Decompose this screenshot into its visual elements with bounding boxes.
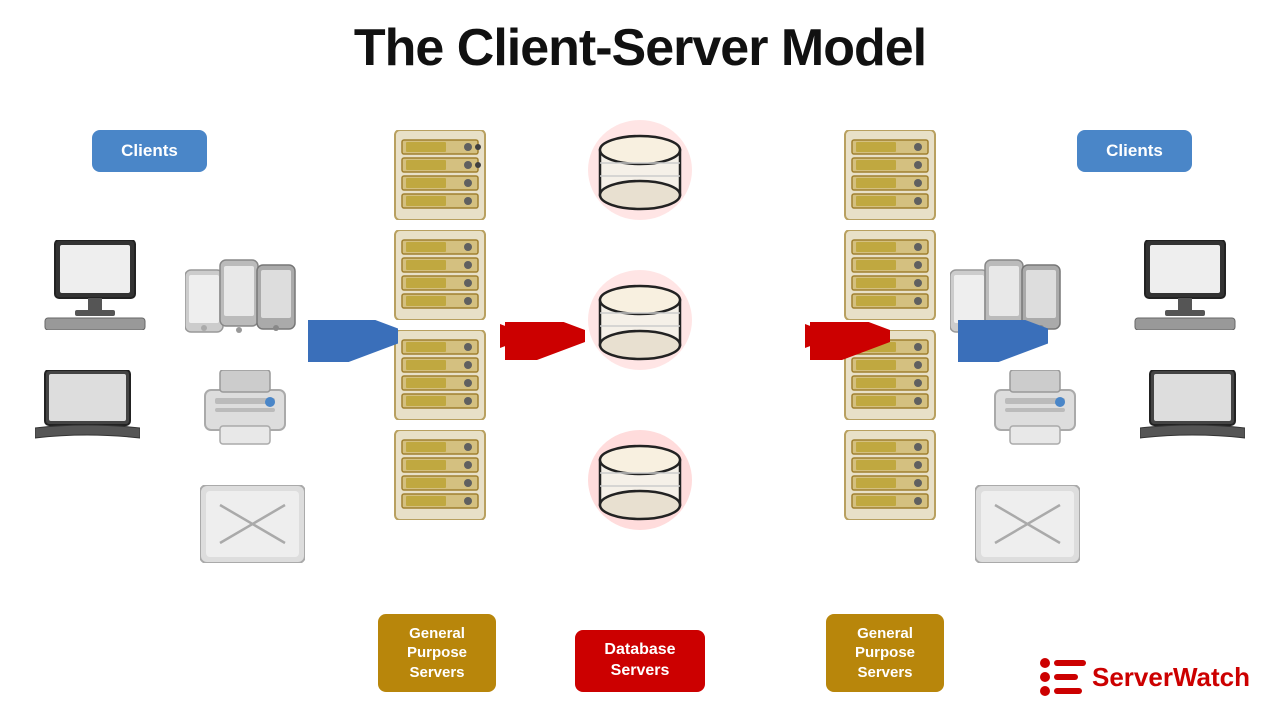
gp-server-left-2 xyxy=(390,230,490,320)
serverwatch-logo: ServerWatch xyxy=(1040,658,1250,696)
red-arrow-right xyxy=(805,322,890,360)
page-title: The Client-Server Model xyxy=(0,0,1280,78)
blue-arrow-left xyxy=(308,320,398,362)
gp-server-right-1 xyxy=(840,130,940,220)
logo-dot-row-3 xyxy=(1040,686,1086,696)
red-arrow-left xyxy=(500,322,585,360)
logo-dot-row-2 xyxy=(1040,672,1086,682)
logo-text-red: Watch xyxy=(1173,662,1250,692)
logo-bar-3 xyxy=(1054,688,1082,694)
gp-server-left-4 xyxy=(390,430,490,520)
logo-dot-row-1 xyxy=(1040,658,1086,668)
logo-bar-1 xyxy=(1054,660,1086,666)
tablet-icon-left xyxy=(200,485,305,563)
laptop-icon-left xyxy=(35,370,140,445)
gp-server-right-2 xyxy=(840,230,940,320)
printer-icon-right xyxy=(990,370,1080,450)
logo-text-black: Server xyxy=(1092,662,1173,692)
tablet-icon-right xyxy=(975,485,1080,563)
diagram-area: Clients Clients xyxy=(0,100,1280,714)
gp-server-right-4 xyxy=(840,430,940,520)
db-icon-2 xyxy=(585,270,695,370)
label-gp-left: General Purpose Servers xyxy=(378,614,496,693)
label-gp-right: General Purpose Servers xyxy=(826,614,944,693)
db-icon-1 xyxy=(585,120,695,220)
logo-dot-1 xyxy=(1040,658,1050,668)
desktop-icon-left xyxy=(40,240,150,330)
logo-dot-3 xyxy=(1040,686,1050,696)
laptop-icon-right xyxy=(1140,370,1245,445)
label-clients-right: Clients xyxy=(1077,130,1192,172)
printer-icon-left xyxy=(200,370,290,450)
logo-dot-2 xyxy=(1040,672,1050,682)
db-icon-3 xyxy=(585,430,695,530)
gp-server-left-1 xyxy=(390,130,490,220)
label-db: Database Servers xyxy=(575,630,705,692)
gp-server-left-3 xyxy=(390,330,490,420)
logo-text: ServerWatch xyxy=(1092,662,1250,693)
blue-arrow-right xyxy=(958,320,1048,362)
logo-bar-2 xyxy=(1054,674,1078,680)
logo-icon xyxy=(1040,658,1086,696)
desktop-icon-right xyxy=(1130,240,1240,330)
label-clients-left: Clients xyxy=(92,130,207,172)
